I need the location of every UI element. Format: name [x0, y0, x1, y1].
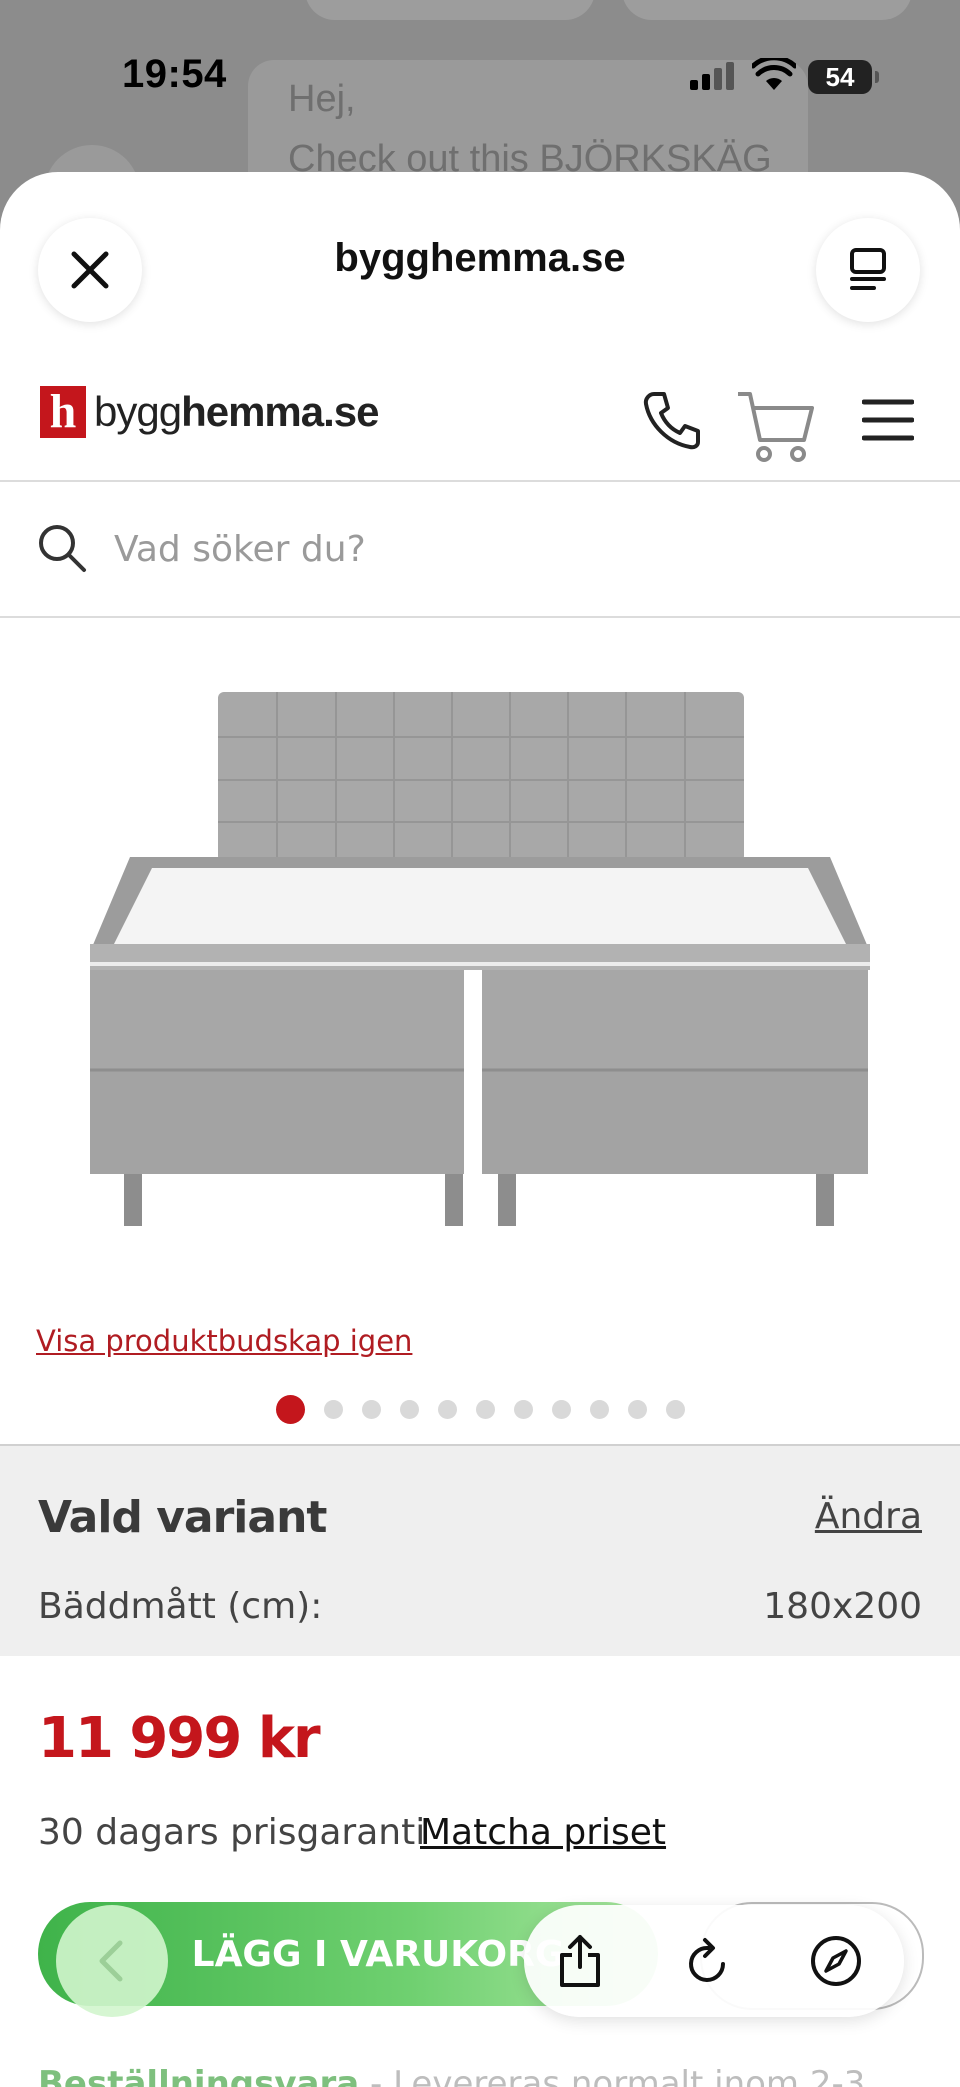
cart-icon[interactable] [736, 388, 816, 464]
carousel-dot[interactable] [437, 1400, 457, 1419]
reader-button[interactable] [816, 218, 920, 322]
product-price: 11 999 kr [38, 1706, 321, 1771]
variant-title: Vald variant [38, 1492, 327, 1543]
image-carousel-dots [0, 1395, 960, 1424]
carousel-dot[interactable] [399, 1400, 419, 1419]
reload-icon [689, 1938, 725, 1982]
site-header: h bygghemma.se [0, 352, 960, 482]
share-button[interactable] [544, 1925, 616, 1997]
logo-text-light: bygg [94, 388, 182, 435]
logo-text-bold: hemma.se [181, 388, 379, 435]
cellular-signal-icon [690, 62, 734, 90]
variant-attribute-label: Bäddmått (cm): [38, 1586, 323, 1627]
restore-product-message-link[interactable]: Visa produktbudskap igen [36, 1324, 412, 1358]
carousel-dot[interactable] [627, 1400, 647, 1419]
share-icon [560, 1935, 600, 1987]
carousel-dot[interactable] [323, 1400, 343, 1419]
browser-sheet: bygghemma.se h bygghemma.se Vad söker du… [0, 172, 960, 2087]
add-to-cart-label: LÄGG I VARUKORG [191, 1933, 565, 1975]
change-variant-link[interactable]: Ändra [815, 1496, 922, 1537]
delivery-text: - Levereras normalt inom 2-3 [359, 2064, 866, 2087]
compass-icon [811, 1936, 861, 1986]
wifi-icon [752, 58, 796, 90]
variant-attribute-value: 180x200 [763, 1586, 922, 1627]
match-price-link[interactable]: Matcha priset [420, 1812, 666, 1853]
sheet-header: bygghemma.se [0, 172, 960, 352]
search-bar [0, 482, 960, 618]
phone-icon[interactable] [640, 388, 704, 452]
delivery-info: Beställningsvara - Levereras normalt ino… [38, 2064, 865, 2087]
search-icon [39, 525, 86, 572]
logo-text: bygghemma.se [94, 388, 380, 436]
carousel-dot[interactable] [513, 1400, 533, 1419]
carousel-dot[interactable] [275, 1395, 305, 1424]
carousel-dot[interactable] [551, 1400, 571, 1419]
logo-mark: h [40, 386, 86, 438]
menu-icon[interactable] [862, 398, 914, 442]
site-logo[interactable]: h bygghemma.se [40, 386, 380, 438]
battery-icon: 54 [808, 60, 879, 94]
delivery-status[interactable]: Beställningsvara [38, 2064, 359, 2087]
reader-icon [850, 248, 886, 290]
product-image[interactable] [90, 682, 870, 1242]
carousel-dot[interactable] [665, 1400, 685, 1419]
search-input[interactable] [112, 518, 916, 580]
selected-variant-panel: Vald variant Ändra Bäddmått (cm): 180x20… [0, 1444, 960, 1656]
carousel-dot[interactable] [475, 1400, 495, 1419]
chevron-left-icon [99, 1940, 123, 1982]
carousel-dot[interactable] [589, 1400, 609, 1419]
browser-toolbar [524, 1905, 904, 2017]
carousel-dot[interactable] [361, 1400, 381, 1419]
reload-button[interactable] [672, 1925, 744, 1997]
back-button[interactable] [56, 1905, 168, 2017]
status-time: 19:54 [122, 52, 227, 96]
price-guarantee: 30 dagars prisgaranti [38, 1812, 426, 1853]
status-bar: 19:54 54 [0, 0, 960, 150]
open-in-browser-button[interactable] [800, 1925, 872, 1997]
